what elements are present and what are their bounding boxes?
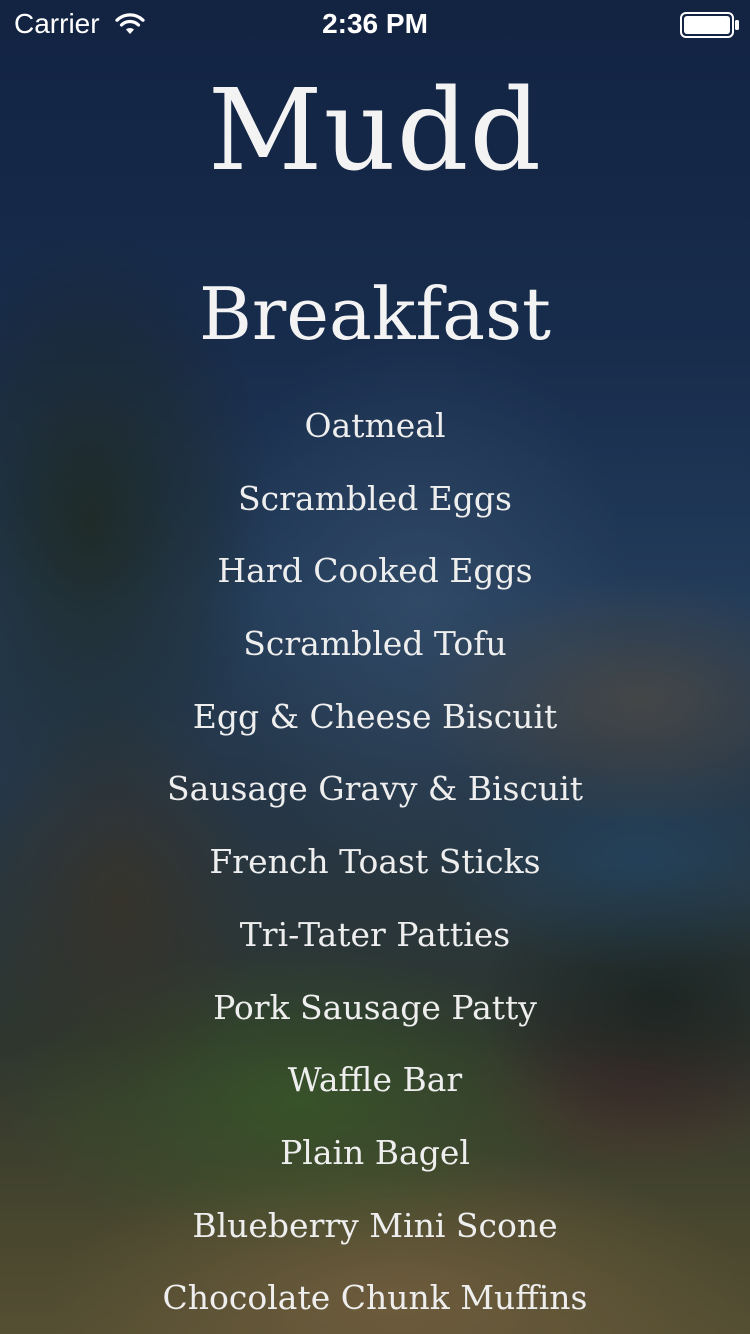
meal-title: Breakfast	[199, 272, 551, 356]
dining-hall-title: Mudd	[207, 66, 543, 196]
menu-item: Oatmeal	[304, 406, 446, 445]
app-screen: Carrier 2:36 PM Mudd Breakfast Oatmeal S…	[0, 0, 750, 1334]
menu-list: Oatmeal Scrambled Eggs Hard Cooked Eggs …	[0, 398, 750, 1334]
menu-item: Scrambled Eggs	[238, 478, 512, 518]
menu-item: Plain Bagel	[280, 1132, 470, 1172]
menu-item: Pork Sausage Patty	[213, 987, 537, 1027]
menu-item: Hard Cooked Eggs	[217, 551, 533, 591]
menu-item: Egg & Cheese Biscuit	[192, 696, 558, 736]
menu-item: Waffle Bar	[287, 1060, 463, 1100]
menu-item: Tri-Tater Patties	[239, 914, 511, 954]
menu-item: Scrambled Tofu	[243, 624, 507, 664]
menu-item: French Toast Sticks	[209, 842, 541, 882]
menu-item: Chocolate Chunk Muffins	[162, 1278, 588, 1318]
menu-content: Mudd Breakfast Oatmeal Scrambled Eggs Ha…	[0, 0, 750, 1334]
menu-item: Blueberry Mini Scone	[192, 1205, 558, 1245]
menu-item: Sausage Gravy & Biscuit	[166, 769, 584, 809]
